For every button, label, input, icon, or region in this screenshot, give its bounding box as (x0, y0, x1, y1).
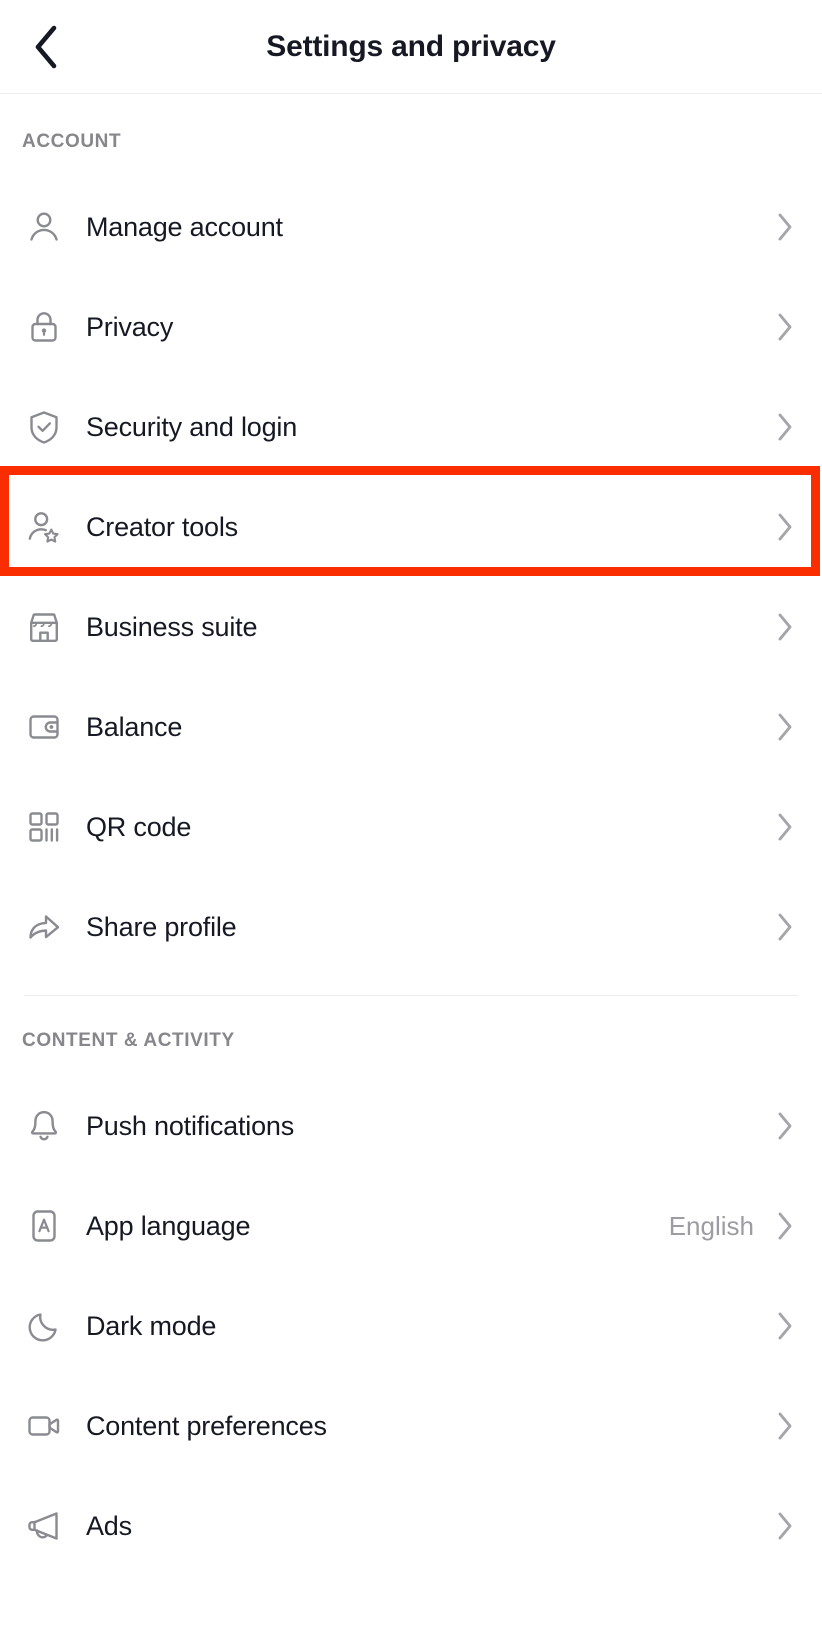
settings-row-app-language[interactable]: App language English (0, 1176, 822, 1276)
settings-row-label: Content preferences (86, 1410, 327, 1441)
person-star-icon (22, 505, 66, 549)
settings-row-dark-mode[interactable]: Dark mode (0, 1276, 822, 1376)
storefront-icon (22, 605, 66, 649)
chevron-right-icon (772, 212, 798, 242)
settings-row-push-notifications[interactable]: Push notifications (0, 1076, 822, 1176)
settings-row-label: Share profile (86, 911, 237, 942)
settings-row-content-preferences[interactable]: Content preferences (0, 1376, 822, 1476)
chevron-left-icon (31, 24, 61, 70)
chevron-right-icon (772, 512, 798, 542)
settings-screen: Settings and privacy ACCOUNT Manage acco… (0, 0, 822, 1640)
chevron-right-icon (772, 312, 798, 342)
settings-row-qr-code[interactable]: QR code (0, 777, 822, 877)
lock-icon (22, 305, 66, 349)
moon-icon (22, 1304, 66, 1348)
video-camera-icon (22, 1404, 66, 1448)
settings-row-label: Creator tools (86, 511, 238, 542)
settings-row-label: Manage account (86, 211, 283, 242)
settings-row-ads[interactable]: Ads (0, 1476, 822, 1576)
content-activity-settings-list: Push notifications App language English (0, 1076, 822, 1576)
shield-check-icon (22, 405, 66, 449)
share-arrow-icon (22, 905, 66, 949)
settings-row-label: QR code (86, 811, 192, 842)
bell-icon (22, 1104, 66, 1148)
settings-row-label: Dark mode (86, 1310, 217, 1341)
settings-row-label: Push notifications (86, 1110, 295, 1141)
chevron-right-icon (772, 1511, 798, 1541)
back-button[interactable] (18, 19, 74, 75)
page-title: Settings and privacy (266, 29, 556, 63)
settings-row-label: App language (86, 1210, 251, 1241)
chevron-right-icon (772, 1211, 798, 1241)
settings-row-creator-tools[interactable]: Creator tools (0, 477, 822, 577)
settings-row-label: Balance (86, 711, 183, 742)
chevron-right-icon (772, 1311, 798, 1341)
megaphone-icon (22, 1504, 66, 1548)
qr-code-icon (22, 805, 66, 849)
settings-row-label: Ads (86, 1510, 132, 1541)
wallet-icon (22, 705, 66, 749)
chevron-right-icon (772, 712, 798, 742)
settings-row-manage-account[interactable]: Manage account (0, 177, 822, 277)
section-header-content-activity: CONTENT & ACTIVITY (22, 1030, 235, 1051)
settings-row-balance[interactable]: Balance (0, 677, 822, 777)
settings-row-business-suite[interactable]: Business suite (0, 577, 822, 677)
chevron-right-icon (772, 912, 798, 942)
chevron-right-icon (772, 1111, 798, 1141)
chevron-right-icon (772, 412, 798, 442)
settings-row-privacy[interactable]: Privacy (0, 277, 822, 377)
chevron-right-icon (772, 612, 798, 642)
section-header-account: ACCOUNT (22, 131, 122, 152)
settings-row-security-and-login[interactable]: Security and login (0, 377, 822, 477)
chevron-right-icon (772, 1411, 798, 1441)
settings-row-label: Privacy (86, 311, 174, 342)
settings-row-label: Security and login (86, 411, 298, 442)
page-header: Settings and privacy (0, 0, 822, 94)
person-icon (22, 205, 66, 249)
app-language-value: English (668, 1210, 754, 1241)
language-a-icon (22, 1204, 66, 1248)
settings-row-share-profile[interactable]: Share profile (0, 877, 822, 977)
settings-row-label: Business suite (86, 611, 258, 642)
chevron-right-icon (772, 812, 798, 842)
account-settings-list: Manage account Privacy Security and logi… (0, 177, 822, 977)
